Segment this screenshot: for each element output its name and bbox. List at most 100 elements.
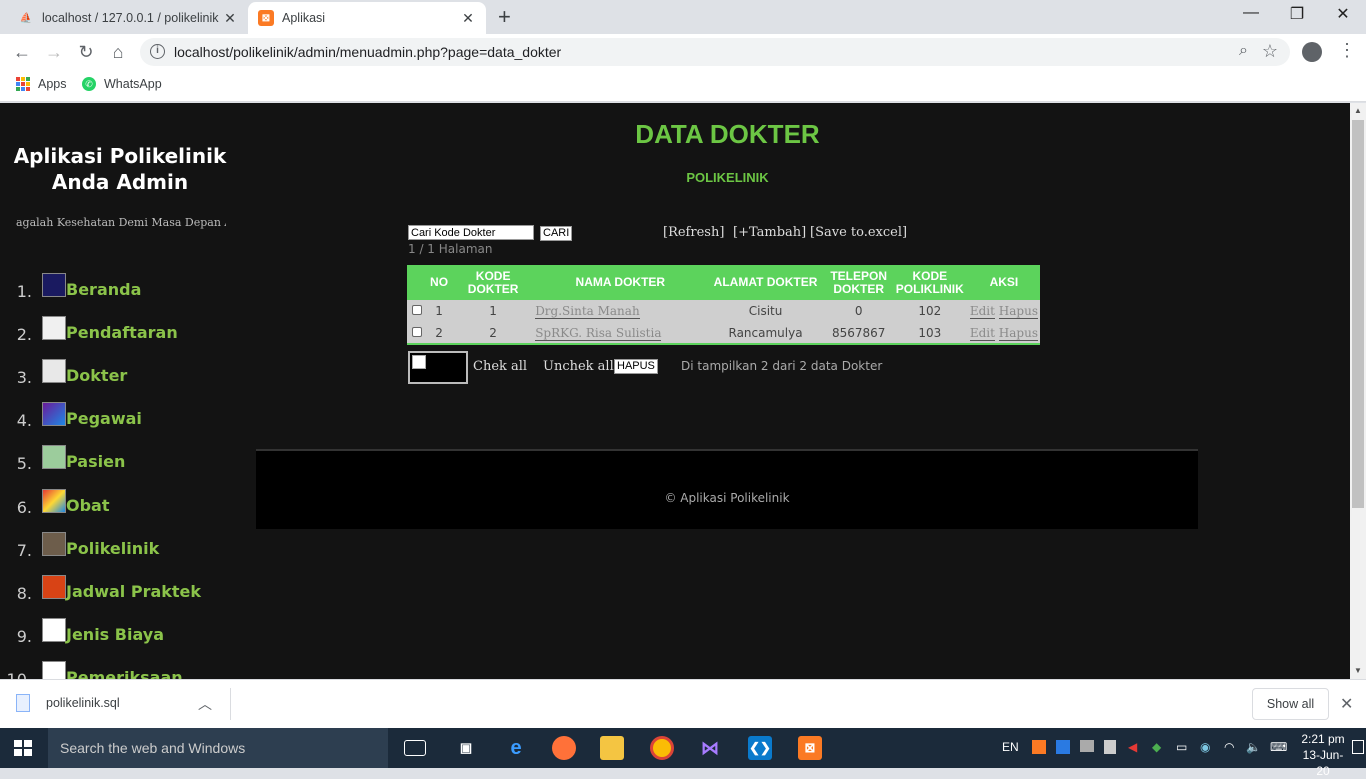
- page-scrollbar[interactable]: ▲ ▼: [1350, 103, 1366, 679]
- close-icon[interactable]: ✕: [222, 10, 238, 27]
- new-tab-button[interactable]: +: [498, 6, 511, 28]
- xampp-tray-icon[interactable]: [1032, 740, 1046, 754]
- sidebar-item-label[interactable]: Obat: [66, 496, 110, 515]
- tray-icon[interactable]: [1080, 740, 1094, 752]
- download-item[interactable]: polikelinik.sql: [16, 694, 120, 712]
- scroll-up-icon[interactable]: ▲: [1350, 103, 1366, 119]
- taskbar-clock[interactable]: 2:21 pm 13-Jun-20: [1296, 731, 1350, 779]
- url-text[interactable]: localhost/polikelinik/admin/menuadmin.ph…: [174, 44, 561, 60]
- scrollbar-thumb[interactable]: [1352, 120, 1364, 508]
- edit-link[interactable]: Edit: [969, 325, 995, 341]
- chrome-icon[interactable]: [650, 736, 674, 760]
- xampp-icon[interactable]: ⊠: [798, 736, 822, 760]
- whatsapp-icon: ✆: [82, 77, 96, 91]
- edge-icon[interactable]: e: [504, 736, 528, 760]
- sidebar-item-dokter[interactable]: 3. Dokter: [0, 344, 240, 387]
- refresh-link[interactable]: [Refresh]: [663, 225, 724, 240]
- tray-icon[interactable]: [1104, 740, 1116, 754]
- doctor-name-link[interactable]: SpRKG. Risa Sulistia: [535, 325, 662, 341]
- firefox-icon[interactable]: [552, 736, 576, 760]
- tab-aplikasi[interactable]: ⊠ Aplikasi ✕: [248, 2, 486, 34]
- column-header: NAMA DOKTER: [535, 265, 706, 300]
- menu-icon[interactable]: ⋮: [1338, 40, 1356, 61]
- windows-start-icon[interactable]: [14, 740, 32, 756]
- back-icon[interactable]: ←: [10, 40, 34, 64]
- minimize-button[interactable]: —: [1228, 4, 1274, 22]
- scroll-down-icon[interactable]: ▼: [1350, 663, 1366, 679]
- export-excel-link[interactable]: [Save to.excel]: [810, 225, 907, 240]
- uncheck-all-link[interactable]: Unchek all: [543, 359, 614, 374]
- search-button[interactable]: CARI: [540, 226, 573, 241]
- row-checkbox[interactable]: [407, 300, 428, 322]
- edit-link[interactable]: Edit: [969, 304, 995, 319]
- tab-phpmyadmin[interactable]: ⛵ localhost / 127.0.0.1 / polikelinik ✕: [8, 2, 248, 34]
- tray-icon[interactable]: [1056, 740, 1070, 754]
- battery-icon[interactable]: ▭: [1176, 740, 1187, 754]
- sidebar-item-pemeriksaan[interactable]: 10. Pemeriksaan: [0, 646, 240, 679]
- bookmark-apps[interactable]: Apps: [16, 77, 67, 91]
- delete-selected-button[interactable]: HAPUS: [614, 359, 658, 374]
- obat-thumbnail-icon: [42, 488, 66, 513]
- sidebar-item-label[interactable]: Beranda: [66, 280, 141, 299]
- download-filename[interactable]: polikelinik.sql: [46, 696, 120, 710]
- pasien-thumbnail-icon: [42, 445, 66, 470]
- sidebar-item-label[interactable]: Dokter: [66, 366, 127, 385]
- language-indicator[interactable]: EN: [1002, 740, 1019, 754]
- sidebar-item-pendaftaran[interactable]: 2. Pendaftaran: [0, 301, 240, 344]
- tray-icon[interactable]: ◆: [1152, 740, 1161, 754]
- tray-icon[interactable]: ◉: [1200, 740, 1210, 754]
- notification-icon[interactable]: [1352, 740, 1364, 754]
- add-link[interactable]: [+Tambah]: [733, 225, 806, 240]
- volume-icon[interactable]: 🔈: [1246, 740, 1261, 754]
- check-all-link[interactable]: Chek all: [473, 359, 527, 374]
- store-icon[interactable]: ▣: [454, 736, 478, 760]
- info-icon[interactable]: i: [150, 44, 165, 59]
- sidebar-item-jenis-biaya[interactable]: 9. Jenis Biaya: [0, 603, 240, 646]
- cell-nama[interactable]: Drg.Sinta Manah: [535, 300, 706, 322]
- zoom-icon[interactable]: ⌕: [1239, 42, 1248, 60]
- sidebar-item-beranda[interactable]: 1. Beranda: [0, 258, 240, 301]
- checkbox[interactable]: [412, 305, 423, 315]
- close-icon[interactable]: ✕: [1340, 694, 1353, 714]
- sidebar-item-label[interactable]: Pasien: [66, 452, 125, 471]
- window-close-button[interactable]: ✕: [1320, 4, 1366, 24]
- home-icon[interactable]: ⌂: [106, 40, 130, 64]
- vscode-icon[interactable]: ❮❯: [748, 736, 772, 760]
- chevron-up-icon[interactable]: ︿: [198, 694, 212, 714]
- bookmark-whatsapp[interactable]: ✆ WhatsApp: [82, 77, 162, 91]
- checkbox[interactable]: [412, 326, 423, 337]
- sidebar-item-jadwal-praktek[interactable]: 8. Jadwal Praktek: [0, 560, 240, 603]
- address-bar[interactable]: i localhost/polikelinik/admin/menuadmin.…: [140, 38, 1290, 66]
- sidebar-item-label[interactable]: Polikelinik: [66, 539, 159, 558]
- tray-icon[interactable]: ◀: [1128, 740, 1137, 754]
- task-view-icon[interactable]: [404, 740, 426, 756]
- wifi-icon[interactable]: ◠: [1224, 740, 1234, 754]
- row-checkbox[interactable]: [407, 322, 428, 345]
- sidebar-item-label[interactable]: Pegawai: [66, 409, 142, 428]
- reload-icon[interactable]: ↻: [74, 40, 98, 64]
- sidebar-item-pegawai[interactable]: 4. Pegawai: [0, 387, 240, 430]
- sidebar-item-obat[interactable]: 6. Obat: [0, 473, 240, 517]
- sidebar-item-label[interactable]: Pendaftaran: [66, 323, 178, 342]
- sidebar-item-label[interactable]: Pemeriksaan: [66, 668, 183, 679]
- tab-title: localhost / 127.0.0.1 / polikelinik: [42, 11, 219, 25]
- taskbar-search[interactable]: Search the web and Windows: [48, 728, 388, 768]
- sidebar-item-label[interactable]: Jadwal Praktek: [66, 582, 201, 601]
- maximize-button[interactable]: ❐: [1274, 4, 1320, 24]
- cell-nama[interactable]: SpRKG. Risa Sulistia: [535, 322, 706, 345]
- forward-icon[interactable]: →: [42, 40, 66, 64]
- sidebar-item-polikelinik[interactable]: 7. Polikelinik: [0, 517, 240, 560]
- delete-link[interactable]: Hapus: [998, 304, 1038, 319]
- doctor-name-link[interactable]: Drg.Sinta Manah: [535, 304, 640, 319]
- star-icon[interactable]: ☆: [1262, 41, 1278, 62]
- keyboard-icon[interactable]: ⌨: [1270, 740, 1287, 754]
- file-explorer-icon[interactable]: [600, 736, 624, 760]
- show-all-button[interactable]: Show all: [1252, 688, 1329, 720]
- close-icon[interactable]: ✕: [460, 10, 476, 27]
- search-input[interactable]: [408, 225, 534, 240]
- sidebar-item-pasien[interactable]: 5. Pasien: [0, 430, 240, 473]
- profile-avatar[interactable]: [1302, 42, 1322, 62]
- visual-studio-icon[interactable]: ⋈: [698, 736, 722, 760]
- delete-link[interactable]: Hapus: [998, 325, 1038, 341]
- sidebar-item-label[interactable]: Jenis Biaya: [66, 625, 164, 644]
